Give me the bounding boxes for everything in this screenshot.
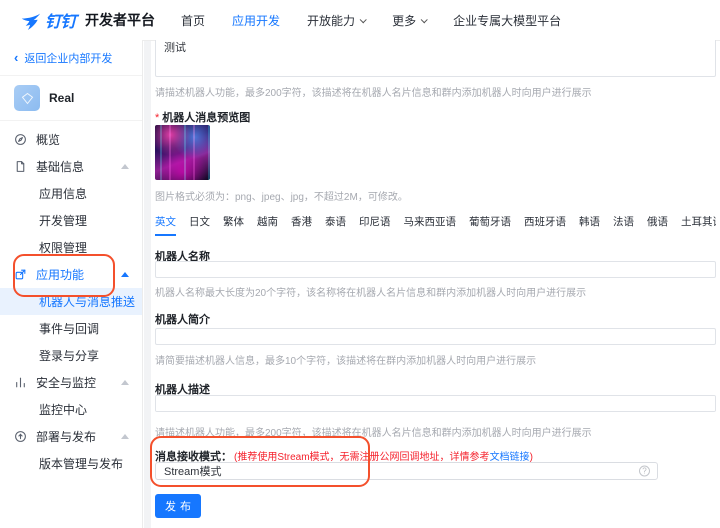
top-navbar: 钉钉 开发者平台 首页 应用开发 开放能力 更多 企业专属大模型平台: [0, 0, 720, 40]
robot-function-textarea[interactable]: 测试: [155, 40, 716, 77]
robot-name-input[interactable]: [155, 261, 716, 278]
dingtalk-developer-platform: 钉钉 开发者平台 首页 应用开发 开放能力 更多 企业专属大模型平台 ‹ 返回企…: [0, 0, 720, 528]
sidebar-item-robot-message-push[interactable]: 机器人与消息推送: [0, 288, 142, 315]
platform-title: 开发者平台: [85, 10, 155, 30]
sidebar-item-permission-management[interactable]: 权限管理: [0, 234, 142, 261]
collapse-icon[interactable]: [121, 272, 129, 277]
publish-button[interactable]: 发布: [155, 494, 201, 518]
nav-app-dev[interactable]: 应用开发: [232, 12, 280, 29]
sidebar-scrollbar[interactable]: [144, 41, 151, 528]
sidebar-item-events-callbacks[interactable]: 事件与回调: [0, 315, 142, 342]
tab-indonesian[interactable]: 印尼语: [359, 214, 391, 236]
tab-malay[interactable]: 马来西亚语: [404, 214, 457, 236]
sidebar-item-overview[interactable]: 概览: [0, 126, 142, 153]
dingtalk-logo[interactable]: 钉钉 开发者平台: [20, 8, 155, 32]
message-mode-note: (推荐使用Stream模式，无需注册公网回调地址，详情参考文档链接): [234, 448, 533, 463]
robot-preview-image[interactable]: [155, 125, 210, 180]
logo-text: 钉钉: [45, 8, 76, 32]
robot-desc-textarea[interactable]: [155, 395, 716, 412]
robot-brief-label: 机器人简介: [155, 311, 716, 327]
sidebar-item-app-features[interactable]: 应用功能: [0, 261, 142, 288]
sidebar-item-security-monitoring[interactable]: 安全与监控: [0, 369, 142, 396]
sidebar: ‹ 返回企业内部开发 Real 概览 基础信息 应用信息 开发管理 权限管理: [0, 40, 143, 528]
sidebar-item-login-share[interactable]: 登录与分享: [0, 342, 142, 369]
collapse-icon[interactable]: [121, 380, 129, 385]
nav-home[interactable]: 首页: [181, 12, 205, 29]
overview-icon: [14, 133, 27, 146]
tab-turkish[interactable]: 土耳其语: [681, 214, 716, 236]
preview-image-label: *机器人消息预览图: [155, 109, 716, 125]
back-to-internal-dev-link[interactable]: ‹ 返回企业内部开发: [0, 40, 142, 76]
required-asterisk: *: [155, 112, 159, 124]
back-link-label: 返回企业内部开发: [24, 50, 112, 66]
robot-desc-help: 请描述机器人功能，最多200字符，该描述将在机器人名片信息和群内添加机器人时向用…: [155, 424, 716, 439]
back-arrow-icon: ‹: [14, 53, 18, 63]
tab-english[interactable]: 英文: [155, 214, 176, 236]
dingtalk-bird-icon: [20, 10, 41, 31]
sidebar-item-monitoring-center[interactable]: 监控中心: [0, 396, 142, 423]
main-nav: 首页 应用开发 开放能力 更多 企业专属大模型平台: [181, 12, 561, 29]
tab-russian[interactable]: 俄语: [647, 214, 668, 236]
chevron-down-icon: [360, 16, 367, 23]
robot-brief-help: 请简要描述机器人信息，最多10个字符，该描述将在群内添加机器人时向用户进行展示: [155, 352, 716, 367]
robot-config-form: 测试 请描述机器人功能，最多200字符，该描述将在机器人名片信息和群内添加机器人…: [155, 40, 716, 528]
message-mode-value: Stream模式: [164, 463, 221, 479]
app-feature-icon: [14, 268, 27, 281]
basic-info-icon: [14, 160, 27, 173]
sidebar-item-app-info[interactable]: 应用信息: [0, 180, 142, 207]
app-header: Real: [0, 76, 142, 121]
tab-french[interactable]: 法语: [613, 214, 634, 236]
sidebar-item-version-management[interactable]: 版本管理与发布: [0, 450, 142, 477]
chevron-down-icon: [421, 16, 428, 23]
app-avatar: [14, 85, 40, 111]
tab-hongkong[interactable]: 香港: [291, 214, 312, 236]
tab-vietnamese[interactable]: 越南: [257, 214, 278, 236]
sidebar-item-dev-management[interactable]: 开发管理: [0, 207, 142, 234]
collapse-icon[interactable]: [121, 434, 129, 439]
sidebar-menu: 概览 基础信息 应用信息 开发管理 权限管理 应用功能 机器人与消息推送 事件与…: [0, 121, 142, 477]
app-logo-icon: [20, 91, 35, 106]
tab-spanish[interactable]: 西班牙语: [524, 214, 566, 236]
robot-function-help: 请描述机器人功能，最多200字符，该描述将在机器人名片信息和群内添加机器人时向用…: [155, 84, 716, 99]
tab-portuguese[interactable]: 葡萄牙语: [469, 214, 511, 236]
security-icon: [14, 376, 27, 389]
tab-traditional[interactable]: 繁体: [223, 214, 244, 236]
message-mode-select[interactable]: Stream模式 ?: [155, 462, 658, 480]
sidebar-item-deploy-release[interactable]: 部署与发布: [0, 423, 142, 450]
collapse-icon[interactable]: [121, 164, 129, 169]
image-format-note: 图片格式必须为：png、jpeg、jpg，不超过2M，可修改。: [155, 188, 716, 203]
language-tabs: 英文 日文 繁体 越南 香港 泰语 印尼语 马来西亚语 葡萄牙语 西班牙语 韩语…: [155, 212, 716, 236]
robot-brief-input[interactable]: [155, 328, 716, 345]
question-circle-icon[interactable]: ?: [639, 466, 650, 477]
tab-korean[interactable]: 韩语: [579, 214, 600, 236]
nav-open-capability[interactable]: 开放能力: [307, 12, 365, 29]
app-name: Real: [49, 91, 74, 105]
tab-japanese[interactable]: 日文: [189, 214, 210, 236]
tab-thai[interactable]: 泰语: [325, 214, 346, 236]
nav-enterprise-llm[interactable]: 企业专属大模型平台: [453, 12, 561, 29]
nav-more[interactable]: 更多: [392, 12, 426, 29]
robot-name-help: 机器人名称最大长度为20个字符，该名称将在机器人名片信息和群内添加机器人时向用户…: [155, 284, 716, 299]
deploy-icon: [14, 430, 27, 443]
sidebar-item-basic-info[interactable]: 基础信息: [0, 153, 142, 180]
